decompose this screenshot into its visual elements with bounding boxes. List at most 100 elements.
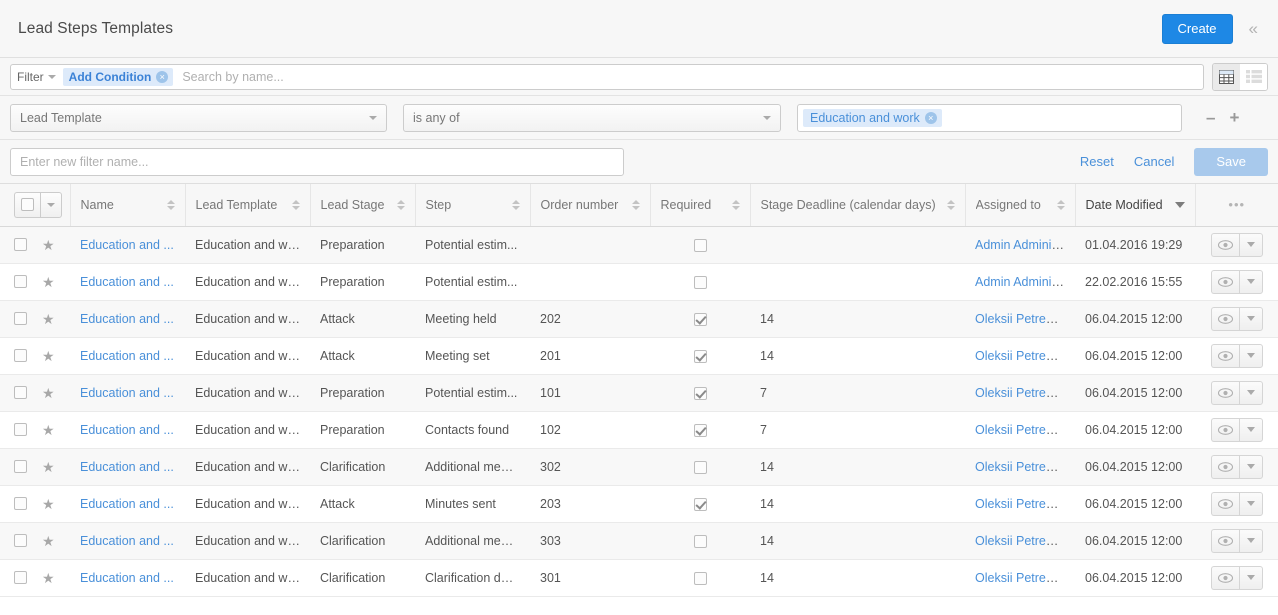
row-actions-dropdown[interactable] bbox=[1238, 528, 1263, 553]
close-icon[interactable]: × bbox=[156, 70, 169, 83]
sort-icon[interactable] bbox=[396, 199, 405, 210]
row-actions-dropdown[interactable] bbox=[1238, 232, 1263, 257]
required-checkbox[interactable] bbox=[693, 238, 707, 252]
required-checkbox[interactable] bbox=[693, 275, 707, 289]
column-header-stage-deadline[interactable]: Stage Deadline (calendar days) bbox=[750, 184, 966, 227]
row-checkbox[interactable] bbox=[14, 349, 27, 362]
assigned-to-link[interactable]: Oleksii Petrenko bbox=[975, 497, 1066, 511]
table-row[interactable]: ★ Education and ... Education and work Prep… bbox=[0, 263, 1278, 301]
sort-icon[interactable] bbox=[291, 199, 300, 210]
assigned-to-link[interactable]: Admin Administ... bbox=[975, 275, 1072, 289]
table-row[interactable]: ★ Education and ... Education and work Clar… bbox=[0, 559, 1278, 597]
cancel-button[interactable]: Cancel bbox=[1134, 154, 1174, 169]
table-row[interactable]: ★ Education and ... Education and work Prep… bbox=[0, 374, 1278, 412]
row-checkbox[interactable] bbox=[14, 497, 27, 510]
row-actions-dropdown[interactable] bbox=[1238, 380, 1263, 405]
eye-icon[interactable] bbox=[1210, 380, 1239, 405]
search-box[interactable]: Filter Add Condition × bbox=[10, 63, 1204, 90]
column-header-lead-stage[interactable]: Lead Stage bbox=[310, 184, 416, 227]
eye-icon[interactable] bbox=[1210, 565, 1239, 590]
row-actions-dropdown[interactable] bbox=[1238, 565, 1263, 590]
required-checkbox[interactable] bbox=[693, 349, 707, 363]
required-checkbox[interactable] bbox=[693, 423, 707, 437]
row-actions-dropdown[interactable] bbox=[1238, 491, 1263, 516]
favorite-star-icon[interactable]: ★ bbox=[42, 386, 55, 400]
condition-operator-select[interactable]: is any of bbox=[403, 103, 781, 132]
name-link[interactable]: Education and ... bbox=[80, 386, 174, 400]
table-row[interactable]: ★ Education and ... Education and work Prep… bbox=[0, 226, 1278, 264]
assigned-to-link[interactable]: Oleksii Petrenko bbox=[975, 534, 1066, 548]
more-options-icon[interactable]: ••• bbox=[1228, 197, 1245, 212]
search-input[interactable] bbox=[180, 65, 1197, 88]
favorite-star-icon[interactable]: ★ bbox=[42, 312, 55, 326]
row-actions-dropdown[interactable] bbox=[1238, 269, 1263, 294]
eye-icon[interactable] bbox=[1210, 269, 1239, 294]
eye-icon[interactable] bbox=[1210, 491, 1239, 516]
minus-icon[interactable]: – bbox=[1206, 109, 1215, 126]
table-row[interactable]: ★ Education and ... Education and work Clar… bbox=[0, 448, 1278, 486]
condition-field-select[interactable]: Lead Template bbox=[10, 103, 387, 132]
favorite-star-icon[interactable]: ★ bbox=[42, 275, 55, 289]
close-icon[interactable]: × bbox=[924, 111, 937, 124]
eye-icon[interactable] bbox=[1210, 343, 1239, 368]
create-button[interactable]: Create bbox=[1161, 13, 1233, 44]
row-checkbox[interactable] bbox=[14, 312, 27, 325]
name-link[interactable]: Education and ... bbox=[80, 534, 174, 548]
required-checkbox[interactable] bbox=[693, 386, 707, 400]
name-link[interactable]: Education and ... bbox=[80, 349, 174, 363]
sort-icon[interactable] bbox=[631, 199, 640, 210]
column-header-date-modified[interactable]: Date Modified bbox=[1075, 184, 1196, 227]
name-link[interactable]: Education and ... bbox=[80, 238, 174, 252]
list-view-icon[interactable] bbox=[1240, 63, 1267, 90]
favorite-star-icon[interactable]: ★ bbox=[42, 349, 55, 363]
name-link[interactable]: Education and ... bbox=[80, 571, 174, 585]
column-header-lead-template[interactable]: Lead Template bbox=[185, 184, 311, 227]
name-link[interactable]: Education and ... bbox=[80, 497, 174, 511]
name-link[interactable]: Education and ... bbox=[80, 460, 174, 474]
required-checkbox[interactable] bbox=[693, 312, 707, 326]
name-link[interactable]: Education and ... bbox=[80, 423, 174, 437]
name-link[interactable]: Education and ... bbox=[80, 312, 174, 326]
table-row[interactable]: ★ Education and ... Education and work Atta… bbox=[0, 337, 1278, 375]
favorite-star-icon[interactable]: ★ bbox=[42, 238, 55, 252]
plus-icon[interactable]: + bbox=[1229, 109, 1239, 126]
sort-icon[interactable] bbox=[1056, 199, 1065, 210]
sort-descending-icon[interactable] bbox=[1174, 201, 1185, 208]
select-all-checkbox[interactable] bbox=[14, 191, 40, 218]
row-checkbox[interactable] bbox=[14, 386, 27, 399]
assigned-to-link[interactable]: Oleksii Petrenko bbox=[975, 571, 1066, 585]
table-row[interactable]: ★ Education and ... Education and work Atta… bbox=[0, 485, 1278, 523]
table-row[interactable]: ★ Education and ... Education and work Atta… bbox=[0, 300, 1278, 338]
grid-view-icon[interactable] bbox=[1213, 63, 1240, 90]
sort-icon[interactable] bbox=[946, 199, 955, 210]
favorite-star-icon[interactable]: ★ bbox=[42, 497, 55, 511]
required-checkbox[interactable] bbox=[693, 534, 707, 548]
column-header-name[interactable]: Name bbox=[70, 184, 186, 227]
assigned-to-link[interactable]: Admin Administ... bbox=[975, 238, 1072, 252]
table-row[interactable]: ★ Education and ... Education and work Prep… bbox=[0, 411, 1278, 449]
row-checkbox[interactable] bbox=[14, 423, 27, 436]
assigned-to-link[interactable]: Oleksii Petrenko bbox=[975, 349, 1066, 363]
column-header-step[interactable]: Step bbox=[415, 184, 531, 227]
eye-icon[interactable] bbox=[1210, 528, 1239, 553]
row-checkbox[interactable] bbox=[14, 460, 27, 473]
sort-icon[interactable] bbox=[166, 199, 175, 210]
favorite-star-icon[interactable]: ★ bbox=[42, 423, 55, 437]
select-all-dropdown[interactable] bbox=[40, 191, 62, 218]
row-checkbox[interactable] bbox=[14, 275, 27, 288]
column-header-required[interactable]: Required bbox=[650, 184, 751, 227]
eye-icon[interactable] bbox=[1210, 417, 1239, 442]
favorite-star-icon[interactable]: ★ bbox=[42, 534, 55, 548]
row-actions-dropdown[interactable] bbox=[1238, 306, 1263, 331]
assigned-to-link[interactable]: Oleksii Petrenko bbox=[975, 386, 1066, 400]
reset-button[interactable]: Reset bbox=[1080, 154, 1114, 169]
save-button[interactable]: Save bbox=[1194, 147, 1268, 176]
row-actions-dropdown[interactable] bbox=[1238, 343, 1263, 368]
column-header-order-number[interactable]: Order number bbox=[530, 184, 651, 227]
filter-name-input[interactable] bbox=[10, 147, 624, 176]
row-checkbox[interactable] bbox=[14, 571, 27, 584]
column-options-header[interactable]: ••• bbox=[1195, 184, 1278, 227]
sort-icon[interactable] bbox=[731, 199, 740, 210]
table-row[interactable]: ★ Education and ... Education and work Clar… bbox=[0, 522, 1278, 560]
assigned-to-link[interactable]: Oleksii Petrenko bbox=[975, 312, 1066, 326]
